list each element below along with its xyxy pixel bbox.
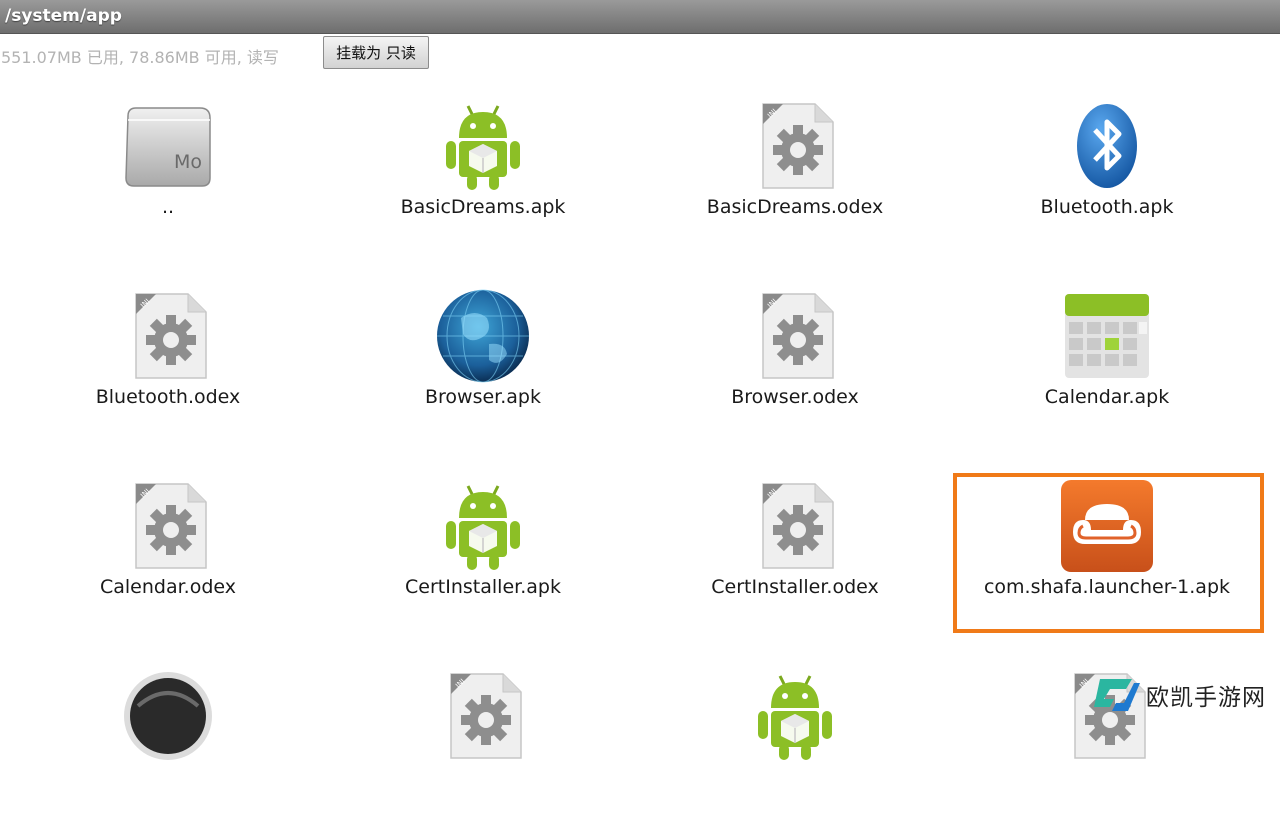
file-item[interactable]: Calendar.apk: [957, 288, 1257, 438]
file-item[interactable]: INI Bluetooth.odex: [18, 288, 318, 438]
circle-app-icon: [120, 668, 216, 764]
file-item[interactable]: INI: [333, 668, 633, 818]
file-item[interactable]: BasicDreams.apk: [333, 98, 633, 248]
file-name: Browser.odex: [731, 386, 859, 408]
odex-file-icon: INI: [747, 478, 843, 574]
file-item[interactable]: INI BasicDreams.odex: [645, 98, 945, 248]
odex-file-icon: INI: [747, 98, 843, 194]
file-item[interactable]: Bluetooth.apk: [957, 98, 1257, 248]
file-name: Browser.apk: [425, 386, 541, 408]
mount-readonly-button[interactable]: 挂载为 只读: [323, 36, 429, 69]
folder-up-icon: Mo: [120, 98, 216, 194]
file-name: Calendar.odex: [99, 576, 236, 598]
file-name: CertInstaller.odex: [711, 576, 879, 598]
watermark: 欧凯手游网: [1092, 672, 1272, 718]
title-bar: /system/app: [0, 0, 1280, 34]
storage-summary: 551.07MB 已用, 78.86MB 可用, 读写: [1, 48, 279, 67]
file-name: CertInstaller.apk: [405, 576, 561, 598]
file-item[interactable]: INI CertInstaller.odex: [645, 478, 945, 628]
file-name: Calendar.apk: [1044, 386, 1170, 408]
file-item[interactable]: INI Calendar.odex: [18, 478, 318, 628]
odex-file-icon: INI: [120, 288, 216, 384]
file-item[interactable]: CertInstaller.apk: [333, 478, 633, 628]
watermark-logo-icon: [1094, 679, 1140, 711]
watermark-text: 欧凯手游网: [1146, 685, 1266, 711]
odex-file-icon: INI: [120, 478, 216, 574]
selection-highlight: [953, 473, 1264, 633]
file-item[interactable]: [18, 668, 318, 818]
storage-info-bar: 551.07MB 已用, 78.86MB 可用, 读写: [0, 36, 1280, 72]
odex-file-icon: INI: [747, 288, 843, 384]
svg-text:Mo: Mo: [174, 151, 202, 173]
android-apk-icon: [747, 668, 843, 764]
odex-file-icon: INI: [435, 668, 531, 764]
android-apk-icon: [435, 478, 531, 574]
bluetooth-icon: [1059, 98, 1155, 194]
file-name: Bluetooth.odex: [95, 386, 241, 408]
file-item[interactable]: [645, 668, 945, 818]
file-name: Bluetooth.apk: [1040, 196, 1174, 218]
android-apk-icon: [435, 98, 531, 194]
file-item[interactable]: Browser.apk: [333, 288, 633, 438]
globe-icon: [435, 288, 531, 384]
file-name: BasicDreams.odex: [706, 196, 884, 218]
calendar-icon: [1059, 288, 1155, 384]
file-item[interactable]: INI Browser.odex: [645, 288, 945, 438]
file-name: ..: [161, 196, 175, 218]
file-item[interactable]: Mo ..: [18, 98, 318, 248]
current-path: /system/app: [5, 6, 122, 26]
file-name: BasicDreams.apk: [400, 196, 566, 218]
